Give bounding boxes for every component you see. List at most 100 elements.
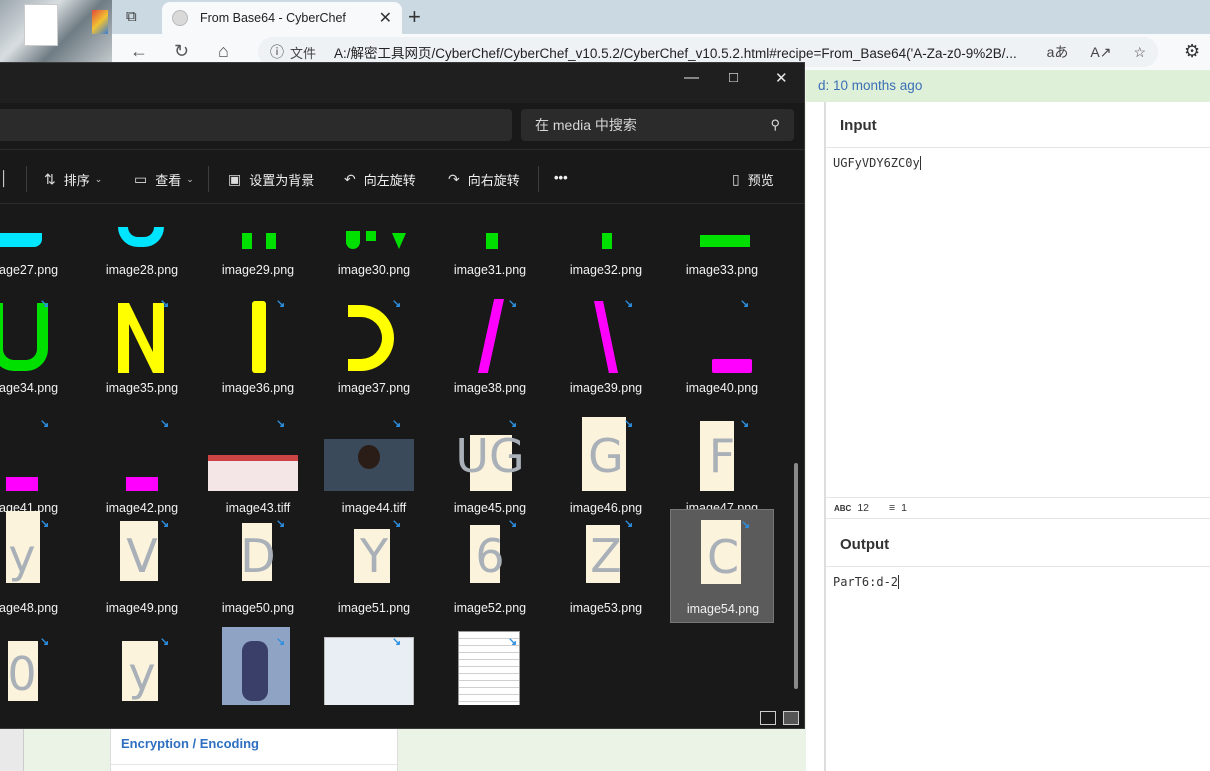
shrink-arrows-icon: ↘ <box>740 418 750 430</box>
refresh-icon[interactable]: ↻ <box>174 41 189 62</box>
thumbnail-glyph: 0 <box>7 647 37 701</box>
read-aloud-label[interactable]: aあ <box>1047 42 1069 62</box>
details-view-icon[interactable] <box>760 711 776 725</box>
file-item[interactable]: ↘ image29.png <box>206 205 310 285</box>
shrink-arrows-icon: ↘ <box>392 636 402 648</box>
file-item[interactable]: ↘image57.jpg <box>206 627 310 705</box>
file-thumbnail: ↘ <box>0 205 74 261</box>
explorer-address-bar[interactable] <box>0 109 512 141</box>
file-name: image51.png <box>337 601 411 615</box>
file-item[interactable]: ↘ image34.png <box>0 289 74 403</box>
file-item[interactable]: ↘image41.png <box>0 409 74 523</box>
desktop-app-icon[interactable] <box>92 10 108 34</box>
file-item[interactable]: ↘ image40.png <box>670 289 774 403</box>
close-icon[interactable]: ✕ <box>775 69 788 87</box>
desktop-file-icon[interactable] <box>24 4 58 46</box>
file-item[interactable]: ↘ image38.png <box>438 289 542 403</box>
ops-category-encryption[interactable]: Encryption / Encoding <box>121 736 259 751</box>
file-item[interactable]: y↘image56.png <box>90 627 194 705</box>
maximize-icon[interactable]: □ <box>729 69 738 86</box>
explorer-search-input[interactable]: 在 media 中搜索 ⚲ <box>521 109 794 141</box>
workspaces-icon[interactable]: ⧉ <box>126 8 146 26</box>
file-item[interactable]: ↘image58.tiff.txt <box>438 627 542 705</box>
delete-icon[interactable]: │ <box>0 170 17 186</box>
thumbnail-glyph: F <box>708 429 736 483</box>
favorite-star-icon[interactable]: ☆ <box>1133 44 1146 61</box>
rotate-left-button[interactable]: ↶ 向左旋转 <box>344 170 416 189</box>
text-caret <box>919 156 921 170</box>
output-textarea[interactable]: ParT6:d-2 <box>826 569 1210 771</box>
shrink-arrows-icon: ↘ <box>40 518 50 530</box>
info-icon[interactable]: ⓘ <box>270 42 284 62</box>
file-thumbnail: UG ↘ <box>438 409 542 499</box>
text-size-icon[interactable]: A↗ <box>1090 44 1111 61</box>
operations-list: Encryption / Encoding <box>110 724 399 771</box>
new-tab-icon[interactable]: + <box>408 4 421 30</box>
thumbnail-glyph: C <box>706 530 740 584</box>
wallpaper-icon: ▣ <box>228 171 242 187</box>
file-item[interactable]: F ↘ image47.png <box>670 409 774 523</box>
file-item[interactable]: ↘ image27.png <box>0 205 74 285</box>
more-options-button[interactable]: ••• <box>554 170 568 185</box>
rotate-right-button[interactable]: ↷ 向右旋转 <box>448 170 520 189</box>
file-item[interactable]: Y ↘ image51.png <box>322 509 426 623</box>
file-item[interactable]: V ↘ image49.png <box>90 509 194 623</box>
file-thumbnail: 0 ↘ <box>0 627 74 705</box>
file-item[interactable]: ↘ image30.png <box>322 205 426 285</box>
file-item[interactable]: Z ↘ image53.png <box>554 509 658 623</box>
file-thumbnail: C ↘ <box>671 510 775 600</box>
explorer-titlebar[interactable]: — □ ✕ <box>0 63 804 103</box>
set-background-button[interactable]: ▣ 设置为背景 <box>228 170 314 189</box>
file-item[interactable]: UG ↘ image45.png <box>438 409 542 523</box>
close-tab-icon[interactable]: ✕ <box>379 8 392 28</box>
file-thumbnail: ↘ <box>90 205 194 261</box>
extensions-icon[interactable]: ⚙ <box>1184 41 1200 62</box>
file-item[interactable]: C ↘ image54.png <box>670 509 774 623</box>
file-item[interactable]: G ↘ image46.png <box>554 409 658 523</box>
output-value: ParT6:d-2 <box>833 575 899 589</box>
file-item[interactable]: 6 ↘ image52.png <box>438 509 542 623</box>
search-icon[interactable]: ⚲ <box>770 117 780 133</box>
banner-text[interactable]: d: 10 months ago <box>818 78 922 93</box>
shrink-arrows-icon: ↘ <box>508 636 518 648</box>
preview-button[interactable]: ▯ 预览 <box>732 170 774 189</box>
file-item[interactable]: ↘ image43.tiff <box>206 409 310 523</box>
input-textarea[interactable]: UGFyVDY6ZC0y <box>826 150 1210 496</box>
file-name: image33.png <box>685 263 759 277</box>
back-icon[interactable]: ← <box>130 41 148 62</box>
file-item[interactable]: ↘ image39.png <box>554 289 658 403</box>
url-text[interactable]: A:/解密工具网页/CyberChef/CyberChef_v10.5.2/Cy… <box>334 42 1025 62</box>
shrink-arrows-icon: ↘ <box>160 298 170 310</box>
file-item[interactable]: ↘image58.tiff <box>322 627 426 705</box>
sort-button[interactable]: ⇅ 排序 ⌄ <box>44 170 102 189</box>
browser-tab[interactable]: From Base64 - CyberChef ✕ <box>162 2 402 34</box>
view-button[interactable]: ▭ 查看 ⌄ <box>134 170 194 189</box>
minimize-icon[interactable]: — <box>684 69 699 86</box>
file-item[interactable]: ↘ image37.png <box>322 289 426 403</box>
url-scheme-label: 文件 <box>290 45 317 61</box>
file-thumbnail: ↘ <box>90 289 194 379</box>
file-name: image52.png <box>453 601 527 615</box>
thumbnail-glyph: Z <box>590 529 622 583</box>
file-item[interactable]: ↘ image35.png <box>90 289 194 403</box>
file-item[interactable]: ↘ image36.png <box>206 289 310 403</box>
home-icon[interactable]: ⌂ <box>218 41 229 62</box>
vertical-scrollbar[interactable] <box>794 463 798 689</box>
shrink-arrows-icon: ↘ <box>40 636 50 648</box>
file-name: image36.png <box>221 381 295 395</box>
file-item[interactable]: ↘ image32.png <box>554 205 658 285</box>
file-item[interactable]: ↘ image31.png <box>438 205 542 285</box>
output-title: Output <box>840 536 890 553</box>
shrink-arrows-icon: ↘ <box>392 418 402 430</box>
file-item[interactable]: y↘image48.png <box>0 509 74 623</box>
file-item[interactable]: ↘ image44.tiff <box>322 409 426 523</box>
file-item[interactable]: 0↘image55.png <box>0 627 74 705</box>
thumbnail-view-icon[interactable] <box>783 711 799 725</box>
thumbnail-glyph: G <box>588 429 624 483</box>
file-item[interactable]: ↘ image33.png <box>670 205 774 285</box>
file-item[interactable]: ↘ image28.png <box>90 205 194 285</box>
file-name: image50.png <box>221 601 295 615</box>
file-item[interactable]: D ↘ image50.png <box>206 509 310 623</box>
file-item[interactable]: ↘ image42.png <box>90 409 194 523</box>
explorer-command-bar: │ ⇅ 排序 ⌄ ▭ 查看 ⌄ ▣ 设置为背景 ↶ 向左旋转 ↷ 向右旋转 ••… <box>0 149 804 204</box>
